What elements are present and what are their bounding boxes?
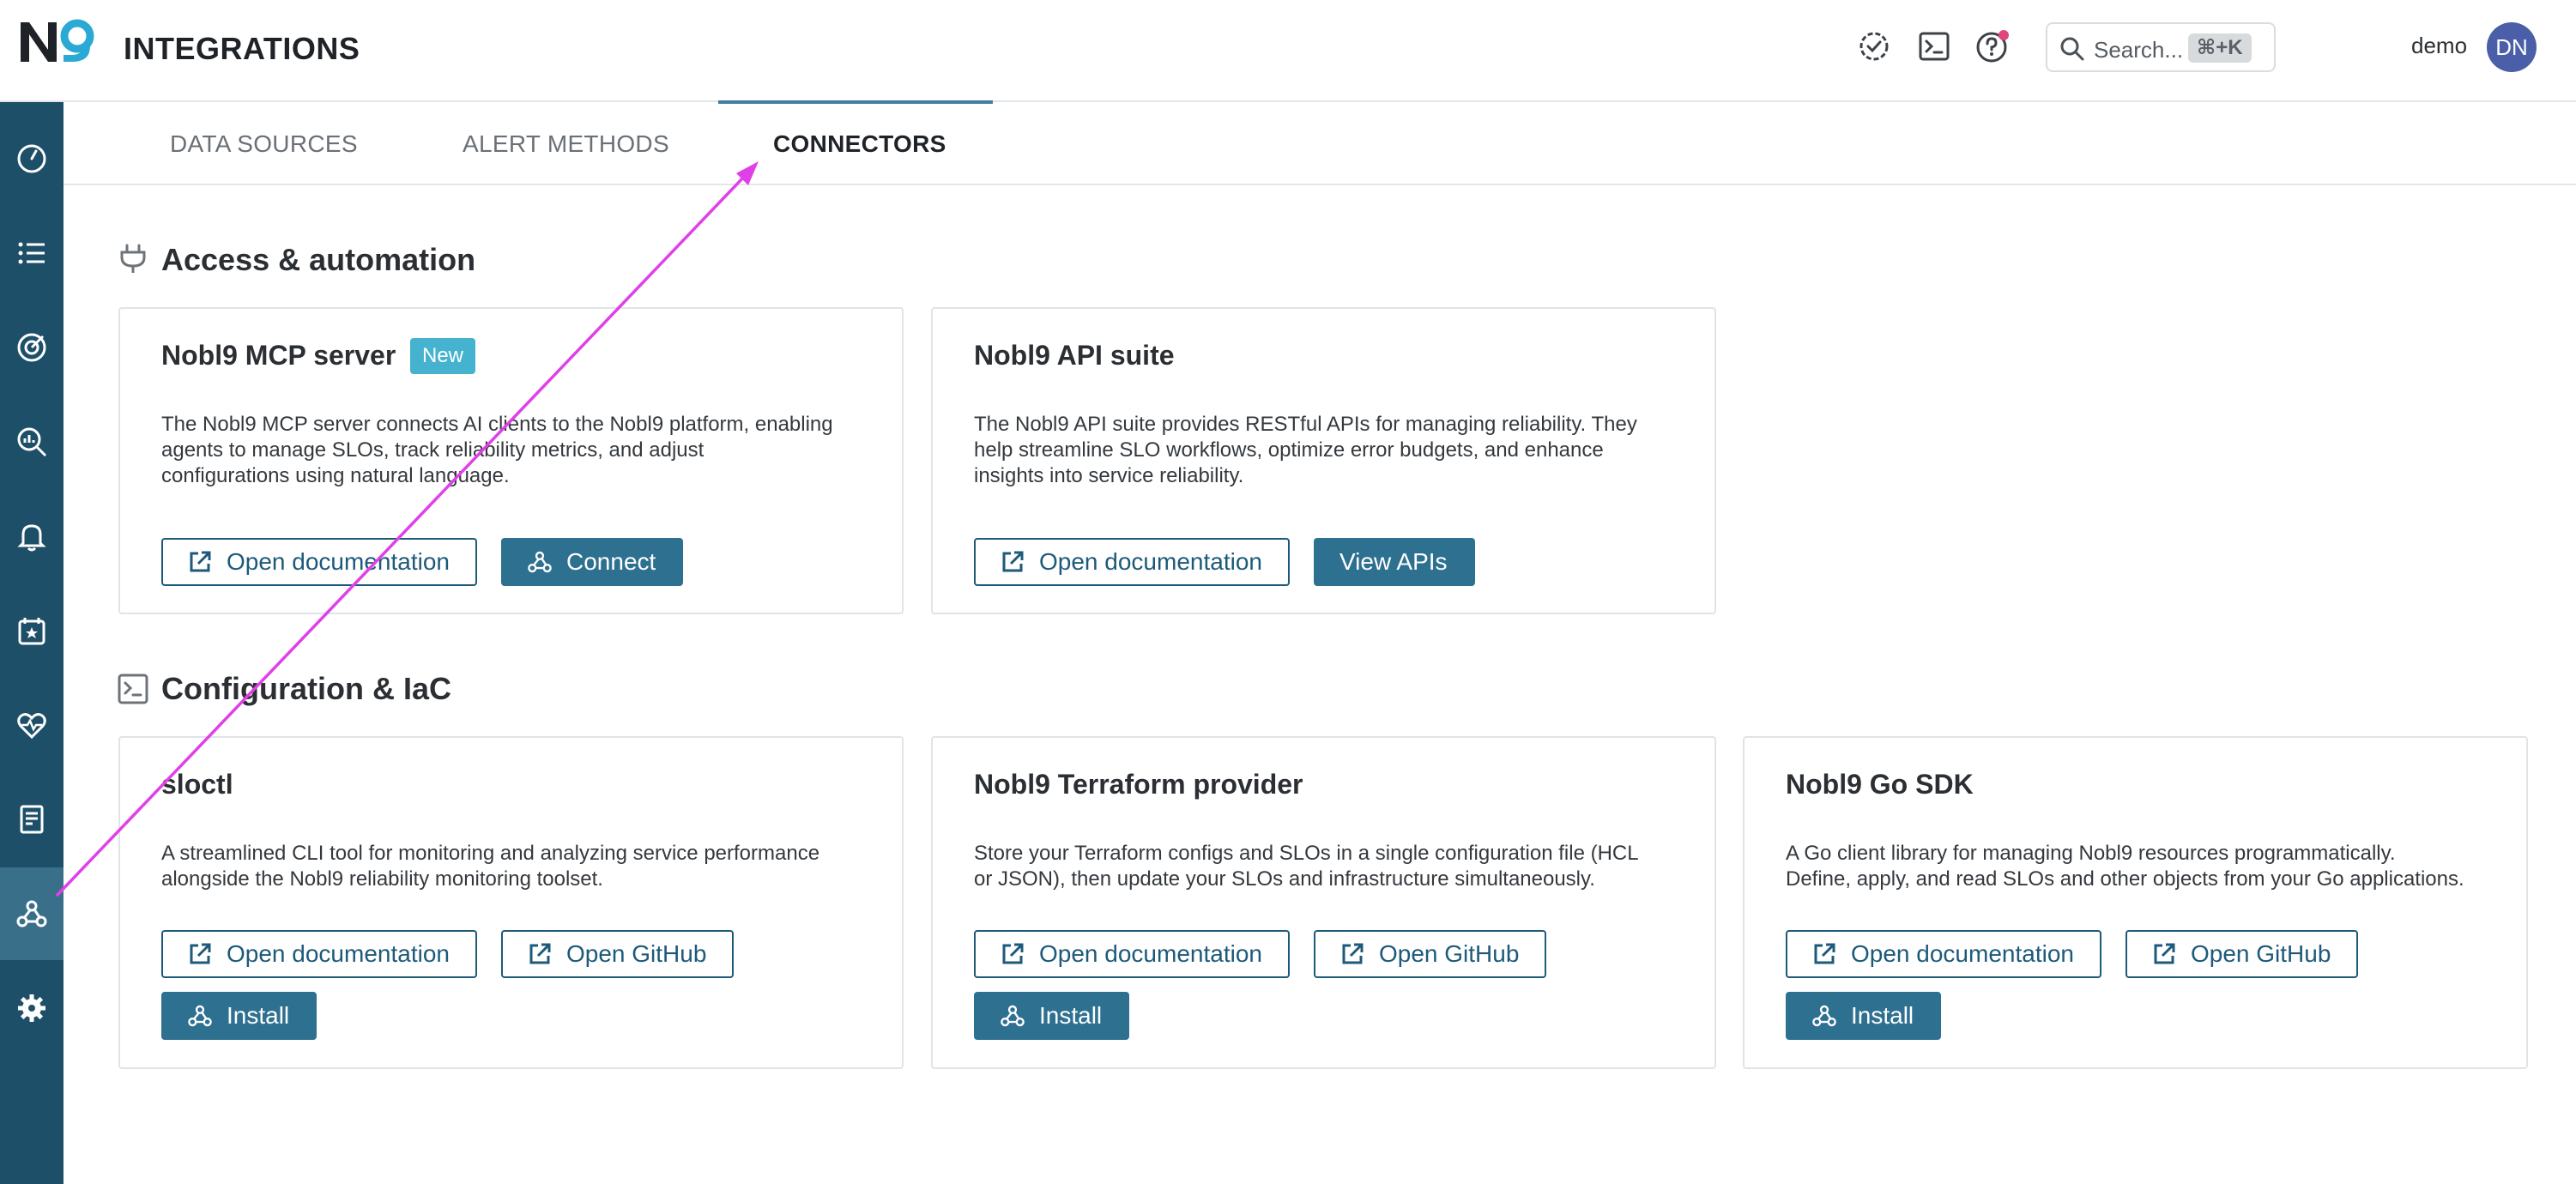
external-link-icon (1814, 943, 1835, 964)
external-link-icon (190, 943, 211, 964)
top-bar: INTEGRATIONS Search... ⌘+K demo DN (0, 0, 2576, 102)
card-title: sloctl (161, 769, 233, 800)
card-title: Nobl9 Go SDK (1786, 769, 1974, 800)
card-terraform-provider: Nobl9 Terraform provider Store your Terr… (931, 736, 1716, 1069)
webhook-icon (188, 1005, 212, 1027)
sidebar-item-slo[interactable] (0, 301, 63, 394)
sidebar-item-reports[interactable] (0, 773, 63, 866)
terminal-box-icon (118, 674, 148, 704)
card-api-suite: Nobl9 API suite The Nobl9 API suite prov… (931, 307, 1716, 614)
webhook-icon (1812, 1005, 1836, 1027)
search-shortcut: ⌘+K (2188, 33, 2252, 63)
sidebar-item-dashboard[interactable] (0, 112, 63, 205)
search-box[interactable]: Search... ⌘+K (2046, 22, 2276, 72)
plug-icon (120, 244, 146, 273)
card-sloctl: sloctl A streamlined CLI tool for monito… (118, 736, 904, 1069)
card-description: Store your Terraform configs and SLOs in… (974, 842, 1639, 891)
external-link-icon (1342, 943, 1364, 964)
external-link-icon (1002, 551, 1024, 572)
install-button[interactable]: Install (974, 992, 1130, 1040)
install-button[interactable]: Install (1786, 992, 1942, 1040)
avatar[interactable]: DN (2487, 22, 2537, 72)
card-title: Nobl9 MCP server (161, 340, 396, 371)
open-github-button[interactable]: Open GitHub (2126, 930, 2359, 978)
section-title-access-automation: Access & automation (161, 242, 476, 277)
view-apis-button[interactable]: View APIs (1314, 538, 1475, 586)
connect-button[interactable]: Connect (501, 538, 684, 586)
list-icon (18, 242, 45, 264)
tab-connectors[interactable]: CONNECTORS (773, 102, 946, 185)
user-name[interactable]: demo (2411, 33, 2467, 59)
webhook-icon (528, 551, 552, 573)
help-icon[interactable] (1974, 27, 2011, 65)
card-title: Nobl9 API suite (974, 340, 1175, 371)
sidebar-item-calendar[interactable] (0, 584, 63, 677)
external-link-icon (2154, 943, 2175, 964)
page-title: INTEGRATIONS (124, 31, 360, 66)
external-link-icon (1002, 943, 1024, 964)
check-badge-icon[interactable] (1855, 27, 1893, 65)
card-mcp-server: Nobl9 MCP server New The Nobl9 MCP serve… (118, 307, 904, 614)
open-github-button[interactable]: Open GitHub (1314, 930, 1547, 978)
nobl9-logo[interactable] (19, 17, 98, 65)
new-badge: New (410, 338, 476, 374)
report-icon (20, 805, 44, 834)
webhook-icon (16, 900, 47, 927)
install-button[interactable]: Install (161, 992, 317, 1040)
open-documentation-button[interactable]: Open documentation (161, 930, 477, 978)
open-github-button[interactable]: Open GitHub (501, 930, 735, 978)
webhook-icon (1001, 1005, 1025, 1027)
sidebar (0, 102, 63, 1184)
sidebar-item-analytics[interactable] (0, 396, 63, 488)
card-description: The Nobl9 MCP server connects AI clients… (161, 413, 833, 487)
sidebar-item-list[interactable] (0, 207, 63, 299)
tab-bar: DATA SOURCES ALERT METHODS CONNECTORS (63, 102, 2576, 185)
card-description: A streamlined CLI tool for monitoring an… (161, 842, 820, 891)
card-description: A Go client library for managing Nobl9 r… (1786, 842, 2464, 891)
section-title-configuration-iac: Configuration & IaC (161, 671, 451, 706)
card-description: The Nobl9 API suite provides RESTful API… (974, 413, 1637, 487)
sidebar-item-settings[interactable] (0, 962, 63, 1054)
open-documentation-button[interactable]: Open documentation (974, 930, 1290, 978)
tab-alert-methods[interactable]: ALERT METHODS (463, 102, 669, 185)
active-tab-indicator (718, 100, 993, 104)
bell-icon (17, 524, 46, 552)
external-link-icon (190, 551, 211, 572)
external-link-icon (529, 943, 551, 964)
card-go-sdk: Nobl9 Go SDK A Go client library for man… (1743, 736, 2528, 1069)
tab-data-sources[interactable]: DATA SOURCES (170, 102, 358, 185)
sidebar-item-integrations[interactable] (0, 867, 63, 960)
gauge-icon (17, 144, 46, 173)
search-icon (2060, 37, 2084, 61)
analytics-search-icon (17, 427, 47, 457)
heart-pulse-icon (17, 713, 46, 740)
terminal-icon[interactable] (1915, 27, 1953, 65)
calendar-star-icon (18, 618, 45, 645)
gear-icon (18, 994, 45, 1022)
card-title: Nobl9 Terraform provider (974, 769, 1303, 800)
sidebar-item-health[interactable] (0, 679, 63, 771)
search-placeholder: Search... (2094, 37, 2184, 63)
sidebar-item-alerts[interactable] (0, 490, 63, 583)
open-documentation-button[interactable]: Open documentation (1786, 930, 2101, 978)
target-icon (17, 333, 46, 362)
open-documentation-button[interactable]: Open documentation (974, 538, 1290, 586)
open-documentation-button[interactable]: Open documentation (161, 538, 477, 586)
